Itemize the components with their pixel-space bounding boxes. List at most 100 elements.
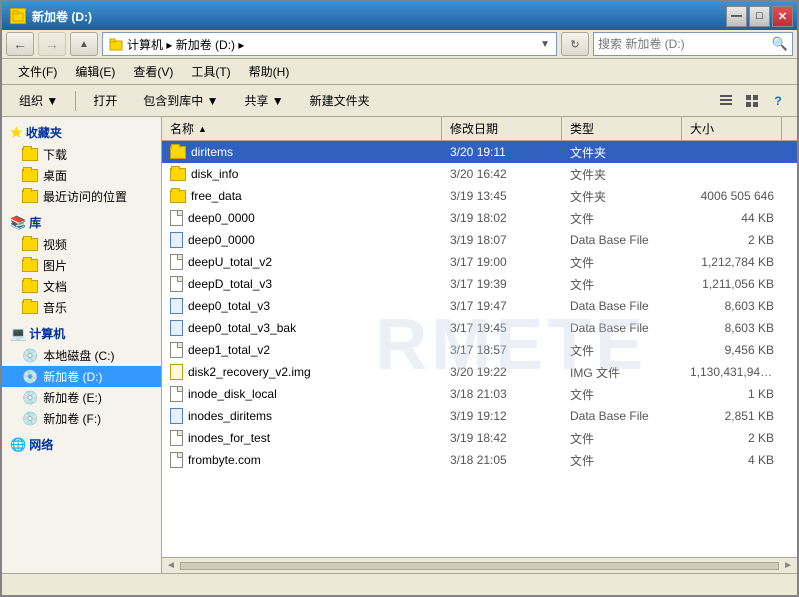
view-tiles-button[interactable] <box>741 90 763 112</box>
col-date-label: 修改日期 <box>450 120 498 137</box>
file-size-cell: 8,603 KB <box>682 319 782 337</box>
close-button[interactable]: ✕ <box>772 6 793 27</box>
organize-label: 组织 ▼ <box>19 92 58 109</box>
file-type-cell: 文件 <box>562 340 682 361</box>
open-label: 打开 <box>93 92 117 109</box>
table-row[interactable]: diritems 3/20 19:11 文件夹 <box>162 141 797 163</box>
computer-icon: 💻 <box>10 326 26 342</box>
title-bar-left: 新加卷 (D:) <box>10 8 92 25</box>
toolbar-right: ? <box>715 90 789 112</box>
network-header[interactable]: 🌐 网络 <box>2 433 161 456</box>
network-label: 网络 <box>29 436 53 453</box>
sidebar-item-desktop[interactable]: 桌面 <box>2 165 161 186</box>
minimize-button[interactable]: — <box>726 6 747 27</box>
menu-view[interactable]: 查看(V) <box>125 61 181 82</box>
horizontal-scrollbar[interactable]: ◄ ► <box>162 557 797 573</box>
database-file-icon <box>170 320 183 336</box>
file-name: diritems <box>191 145 233 159</box>
folder-icon <box>170 146 186 159</box>
network-icon: 🌐 <box>10 437 26 453</box>
back-button[interactable]: ← <box>6 32 34 56</box>
sidebar-item-music[interactable]: 音乐 <box>2 297 161 318</box>
table-row[interactable]: deepU_total_v2 3/17 19:00 文件 1,212,784 K… <box>162 251 797 273</box>
search-icon[interactable]: 🔍 <box>772 36 788 52</box>
refresh-button[interactable]: ↻ <box>561 32 589 56</box>
file-icon <box>170 210 183 226</box>
sidebar-item-c-drive[interactable]: 💿 本地磁盘 (C:) <box>2 345 161 366</box>
computer-header[interactable]: 💻 计算机 <box>2 322 161 345</box>
address-input[interactable]: 计算机 ▸ 新加卷 (D:) ▸ ▼ <box>102 32 557 56</box>
column-header-size[interactable]: 大小 <box>682 117 782 140</box>
file-icon <box>170 254 183 270</box>
column-header-name[interactable]: 名称 ▲ <box>162 117 442 140</box>
status-bar <box>2 573 797 595</box>
sidebar-item-e-drive[interactable]: 💿 新加卷 (E:) <box>2 387 161 408</box>
file-name-cell: disk_info <box>162 165 442 183</box>
new-folder-button[interactable]: 新建文件夹 <box>301 88 379 113</box>
sidebar-item-pictures[interactable]: 图片 <box>2 255 161 276</box>
table-row[interactable]: inode_disk_local 3/18 21:03 文件 1 KB <box>162 383 797 405</box>
content-area: ★ 收藏夹 下载 桌面 最近访问的位置 📚 <box>2 117 797 573</box>
sidebar-item-f-drive[interactable]: 💿 新加卷 (F:) <box>2 408 161 429</box>
file-name: inode_disk_local <box>188 387 277 401</box>
forward-button[interactable]: → <box>38 32 66 56</box>
table-row[interactable]: free_data 3/19 13:45 文件夹 4006 505 646 <box>162 185 797 207</box>
file-date-cell: 3/19 13:45 <box>442 187 562 205</box>
address-bar-area: ← → ▲ 计算机 ▸ 新加卷 (D:) ▸ ▼ ↻ 🔍 <box>2 30 797 59</box>
file-icon <box>170 430 183 446</box>
table-row[interactable]: deep0_0000 3/19 18:02 文件 44 KB <box>162 207 797 229</box>
table-row[interactable]: inodes_for_test 3/19 18:42 文件 2 KB <box>162 427 797 449</box>
help-button[interactable]: ? <box>767 90 789 112</box>
table-row[interactable]: inodes_diritems 3/19 19:12 Data Base Fil… <box>162 405 797 427</box>
include-library-label: 包含到库中 ▼ <box>143 92 218 109</box>
menu-tools[interactable]: 工具(T) <box>183 61 238 82</box>
file-rows: diritems 3/20 19:11 文件夹 disk_info 3/20 1… <box>162 141 797 557</box>
table-row[interactable]: deep0_0000 3/19 18:07 Data Base File 2 K… <box>162 229 797 251</box>
share-button[interactable]: 共享 ▼ <box>235 88 292 113</box>
search-box[interactable]: 🔍 <box>593 32 793 56</box>
file-size-cell <box>682 172 782 176</box>
file-name: deep0_total_v3 <box>188 299 270 313</box>
organize-button[interactable]: 组织 ▼ <box>10 88 67 113</box>
menu-help[interactable]: 帮助(H) <box>241 61 298 82</box>
open-button[interactable]: 打开 <box>84 88 126 113</box>
file-size-cell: 4006 505 646 <box>682 187 782 205</box>
file-name-cell: deep0_0000 <box>162 208 442 228</box>
favorites-header[interactable]: ★ 收藏夹 <box>2 121 161 144</box>
table-row[interactable]: deepD_total_v3 3/17 19:39 文件 1,211,056 K… <box>162 273 797 295</box>
include-library-button[interactable]: 包含到库中 ▼ <box>134 88 227 113</box>
sidebar-item-downloads[interactable]: 下载 <box>2 144 161 165</box>
menu-file[interactable]: 文件(F) <box>10 61 65 82</box>
computer-label: 计算机 <box>29 325 65 342</box>
column-header-date[interactable]: 修改日期 <box>442 117 562 140</box>
file-type-cell: 文件 <box>562 252 682 273</box>
table-row[interactable]: deep1_total_v2 3/17 18:57 文件 9,456 KB <box>162 339 797 361</box>
table-row[interactable]: disk2_recovery_v2.img 3/20 19:22 IMG 文件 … <box>162 361 797 383</box>
table-row[interactable]: deep0_total_v3 3/17 19:47 Data Base File… <box>162 295 797 317</box>
sidebar-item-recent[interactable]: 最近访问的位置 <box>2 186 161 207</box>
restore-button[interactable]: □ <box>749 6 770 27</box>
up-button[interactable]: ▲ <box>70 32 98 56</box>
table-row[interactable]: frombyte.com 3/18 21:05 文件 4 KB <box>162 449 797 471</box>
table-row[interactable]: deep0_total_v3_bak 3/17 19:45 Data Base … <box>162 317 797 339</box>
file-icon <box>170 276 183 292</box>
file-name: deepU_total_v2 <box>188 255 272 269</box>
view-details-button[interactable] <box>715 90 737 112</box>
file-name-cell: deepD_total_v3 <box>162 274 442 294</box>
database-file-icon <box>170 298 183 314</box>
database-file-icon <box>170 408 183 424</box>
sidebar-item-d-drive[interactable]: 💿 新加卷 (D:) <box>2 366 161 387</box>
file-icon <box>170 342 183 358</box>
menu-edit[interactable]: 编辑(E) <box>67 61 123 82</box>
sidebar-item-videos[interactable]: 视频 <box>2 234 161 255</box>
search-input[interactable] <box>598 37 768 51</box>
file-name: deep1_total_v2 <box>188 343 270 357</box>
sidebar-item-documents[interactable]: 文档 <box>2 276 161 297</box>
file-list-header: 名称 ▲ 修改日期 类型 大小 <box>162 117 797 141</box>
toolbar: 组织 ▼ 打开 包含到库中 ▼ 共享 ▼ 新建文件夹 <box>2 85 797 117</box>
library-header[interactable]: 📚 库 <box>2 211 161 234</box>
column-header-type[interactable]: 类型 <box>562 117 682 140</box>
drive-c-icon: 💿 <box>22 348 38 364</box>
table-row[interactable]: disk_info 3/20 16:42 文件夹 <box>162 163 797 185</box>
drive-e-icon: 💿 <box>22 390 38 406</box>
